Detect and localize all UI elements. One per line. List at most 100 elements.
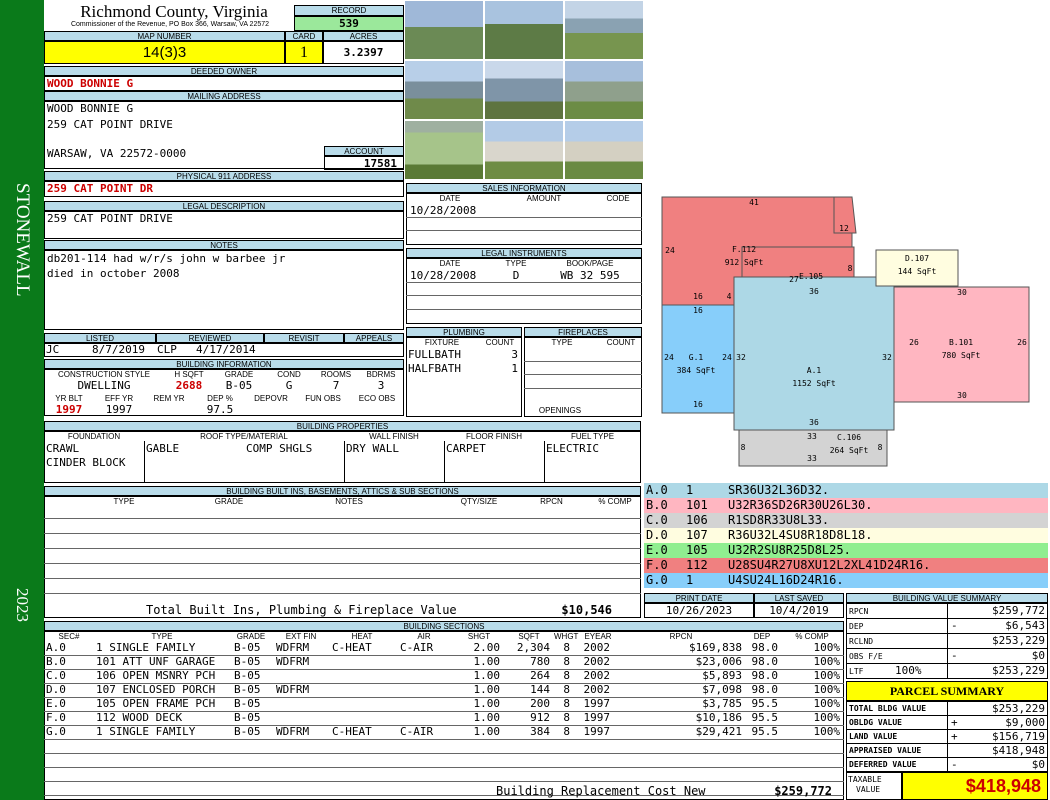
plumbing-fixture-2: HALFBATH <box>408 362 461 375</box>
photo-5[interactable] <box>484 60 564 120</box>
section-cell: WDFRM <box>276 683 310 696</box>
replacement-cost-label: Building Replacement Cost New <box>496 784 706 798</box>
section-header: SHGT <box>467 632 491 641</box>
section-row-divider <box>44 753 844 754</box>
section-cell: 100% <box>813 655 841 668</box>
sketch-dimension: 33 <box>807 454 817 463</box>
sketch-dimension: 30 <box>957 288 967 297</box>
section-cell: 1.00 <box>473 697 501 710</box>
legend-section: A.0 <box>646 483 668 497</box>
print-date-label: PRINT DATE <box>644 593 754 603</box>
section-header: TYPE <box>151 632 173 641</box>
legal-description: 259 CAT POINT DRIVE <box>44 211 404 239</box>
section-header: WHGT <box>554 632 579 641</box>
section-cell: B.0 <box>46 655 66 668</box>
summary-sign: + <box>951 716 958 729</box>
legend-row: G.0 1 U4SU24L16D24R16. <box>644 573 1048 588</box>
map-number: 14(3)3 <box>44 41 285 64</box>
parcel-summary-title: PARCEL SUMMARY <box>846 681 1048 701</box>
summary-sign: + <box>951 730 958 743</box>
section-cell: B-05 <box>234 655 261 668</box>
mailing-line-2: 259 CAT POINT DRIVE <box>47 118 173 131</box>
legend-section: E.0 <box>646 543 668 557</box>
legend-section: C.0 <box>646 513 668 527</box>
section-cell: 780 <box>530 655 550 668</box>
section-cell: 8 <box>563 725 570 738</box>
foundation-1: CRAWL <box>46 442 80 455</box>
card-number: 1 <box>285 41 323 64</box>
builtins-grade-header: GRADE <box>214 497 244 506</box>
section-cell: 144 <box>530 683 550 696</box>
foundation-header: FOUNDATION <box>67 432 121 441</box>
section-row-divider <box>44 781 844 782</box>
sketch-section-label: B.101 <box>949 338 973 347</box>
county-title: Richmond County, Virginia <box>80 2 268 21</box>
section-cell: F.0 <box>46 711 66 724</box>
sketch-dimension: 30 <box>957 391 967 400</box>
acres-value: 3.2397 <box>323 41 404 64</box>
depovr-header: DEPOVR <box>254 394 288 403</box>
instrument-type: D <box>512 269 520 282</box>
section-cell: WDFRM <box>276 725 310 738</box>
section-row-divider <box>44 795 844 796</box>
section-cell: 912 <box>530 711 550 724</box>
sketch-dimension: 27 <box>789 275 799 284</box>
section-cell: 98.0 <box>751 669 779 682</box>
sales-label: SALES INFORMATION <box>406 183 642 193</box>
sketch-section-label: G.1 <box>689 353 704 362</box>
sketch-dimension: 24 <box>722 353 732 362</box>
photo-9[interactable] <box>564 120 644 180</box>
value-summary-label: BUILDING VALUE SUMMARY <box>846 593 1048 603</box>
taxable-value: $418,948 <box>902 772 1048 800</box>
summary-row: RCLND $253,229 <box>846 633 1048 649</box>
summary-sign: 100% <box>895 664 922 677</box>
summary-value: $253,229 <box>992 702 1045 715</box>
plumbing-fixture-1: FULLBATH <box>408 348 461 361</box>
legal-description-label: LEGAL DESCRIPTION <box>44 201 404 211</box>
section-cell: $7,098 <box>702 683 742 696</box>
section-cell: C-AIR <box>400 725 434 738</box>
yrblt-header: YR BLT <box>55 394 83 403</box>
section-header: HEAT <box>351 632 373 641</box>
instrument-date-header: DATE <box>439 259 461 268</box>
sketch-dimension: 12 <box>839 224 849 233</box>
section-cell: A.0 <box>46 641 66 654</box>
reviewed-date: 4/17/2014 <box>196 343 256 356</box>
effyr-header: EFF YR <box>104 394 134 403</box>
builtins-type-header: TYPE <box>113 497 135 506</box>
section-cell: 100% <box>813 683 841 696</box>
section-cell: $3,785 <box>702 697 742 710</box>
roof-type: GABLE <box>146 442 180 455</box>
section-cell: 1997 <box>583 697 611 710</box>
physical-address-label: PHYSICAL 911 ADDRESS <box>44 171 404 181</box>
section-cell: 101 ATT UNF GARAGE <box>96 655 216 668</box>
photo-4[interactable] <box>404 60 484 120</box>
photo-3[interactable] <box>564 0 644 60</box>
wall-header: WALL FINISH <box>369 432 419 441</box>
summary-key: DEFERRED VALUE <box>849 760 917 769</box>
summary-value: $0 <box>1031 649 1045 662</box>
summary-value: $259,772 <box>992 604 1045 617</box>
photo-7[interactable] <box>404 120 484 180</box>
photo-8[interactable] <box>484 120 564 180</box>
legend-code: 112 <box>686 558 708 572</box>
section-cell: 2002 <box>583 683 611 696</box>
section-cell: WDFRM <box>276 655 310 668</box>
section-cell: B-05 <box>234 641 261 654</box>
section-cell: 98.0 <box>751 683 779 696</box>
photo-1[interactable] <box>404 0 484 60</box>
listed-by: JC <box>46 343 60 356</box>
plumbing-count-1: 3 <box>511 348 518 361</box>
sketch-section-area: 1152 SqFt <box>792 379 836 388</box>
roof-material: COMP SHGLS <box>246 442 313 455</box>
section-header: % COMP <box>795 632 829 641</box>
photo-6[interactable] <box>564 60 644 120</box>
sketch-dimension: 8 <box>878 443 883 452</box>
photo-2[interactable] <box>484 0 564 60</box>
summary-value: $6,543 <box>1005 619 1045 632</box>
builtins-box <box>44 496 641 618</box>
section-header: EYEAR <box>584 632 612 641</box>
section-cell: 200 <box>530 697 550 710</box>
sketch-section-label: F.112 <box>732 245 756 254</box>
summary-value: $418,948 <box>992 744 1045 757</box>
